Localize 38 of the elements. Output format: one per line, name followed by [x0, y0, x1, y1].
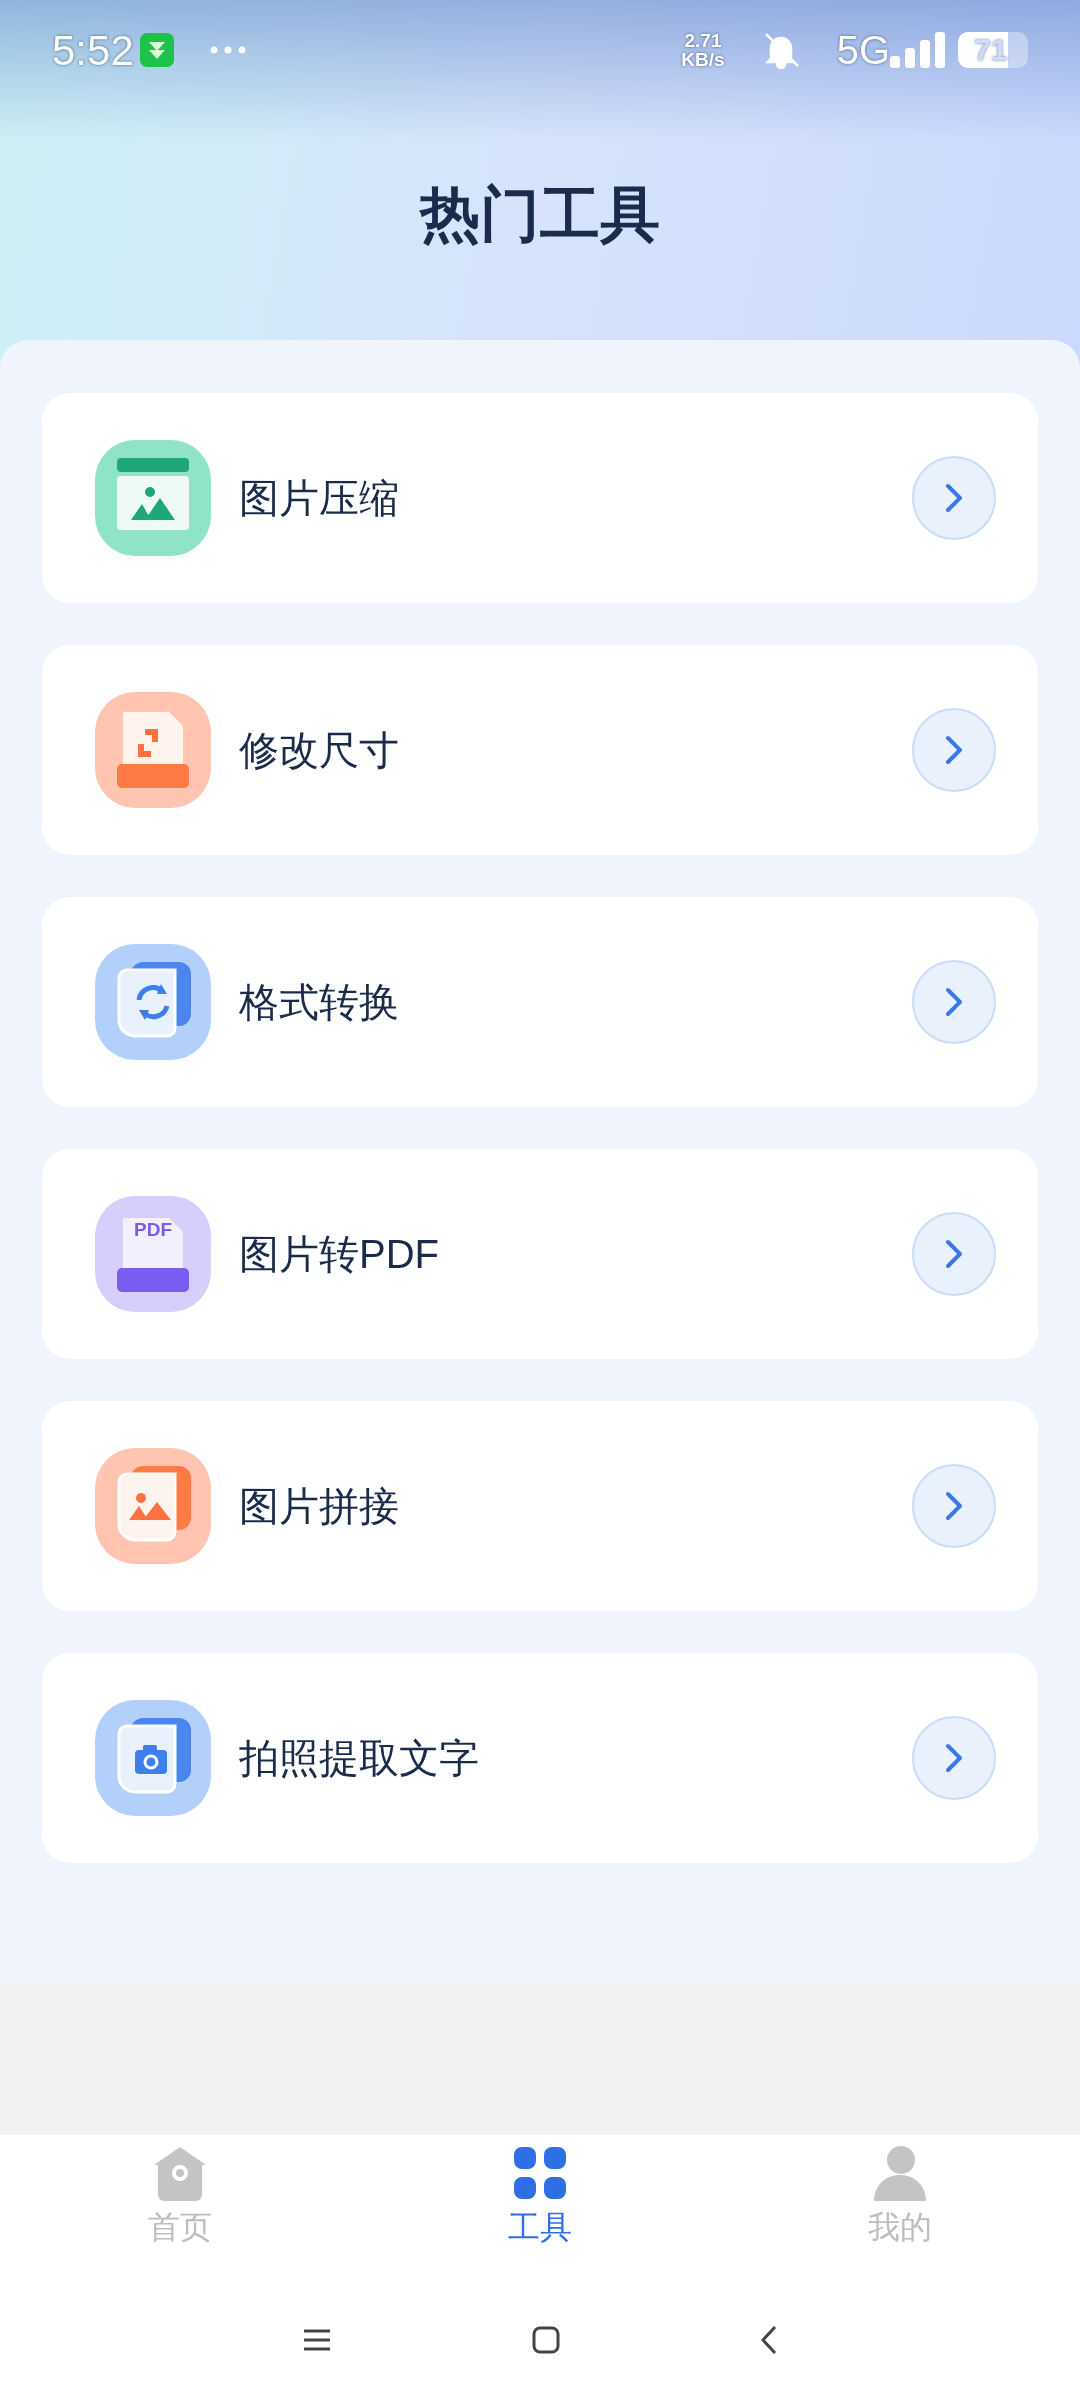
tool-label: 图片压缩 [239, 475, 399, 522]
icon-label: PDF [133, 1218, 173, 1242]
tool-icon [95, 1700, 211, 1816]
tool-card[interactable]: 拍照提取文字 [42, 1653, 1038, 1863]
tool-icon [95, 944, 211, 1060]
chevron-right-icon [944, 734, 964, 766]
home-button-icon [532, 2326, 560, 2354]
more-icon [209, 46, 246, 54]
net-speed-unit: KB/s [681, 50, 725, 69]
battery-level: 71 [974, 35, 1008, 65]
bell-muted-icon [762, 31, 799, 69]
tool-card[interactable]: 修改尺寸 [42, 645, 1038, 855]
menu-icon [302, 2328, 332, 2352]
tool-card[interactable]: PDF 图片转PDF [42, 1149, 1038, 1359]
net-speed: 2.71 [684, 31, 722, 50]
chevron-right-icon [944, 986, 964, 1018]
nav-tab[interactable]: 工具 [360, 2135, 720, 2280]
chevron-right-icon [944, 1490, 964, 1522]
tool-icon [95, 692, 211, 808]
tool-label: 格式转换 [239, 979, 399, 1026]
chevron-right-icon [944, 1238, 964, 1270]
network-type: 5G [836, 27, 890, 74]
tool-label: 图片拼接 [239, 1483, 399, 1530]
download-icon [139, 33, 174, 67]
tool-icon [95, 1448, 211, 1564]
back-icon [760, 2325, 778, 2355]
signal-icon [890, 32, 946, 68]
page-title: 热门工具 [418, 180, 661, 250]
tool-card[interactable]: 图片压缩 [42, 393, 1038, 603]
tool-label: 修改尺寸 [239, 727, 399, 774]
tool-label: 图片转PDF [239, 1231, 439, 1278]
chevron-right-icon [944, 482, 964, 514]
clock-time: 5:52 [52, 25, 134, 76]
tool-card[interactable]: 图片拼接 [42, 1401, 1038, 1611]
tool-card[interactable]: 格式转换 [42, 897, 1038, 1107]
tool-icon [95, 440, 211, 556]
chevron-right-icon [944, 1742, 964, 1774]
tool-label: 拍照提取文字 [239, 1735, 479, 1782]
